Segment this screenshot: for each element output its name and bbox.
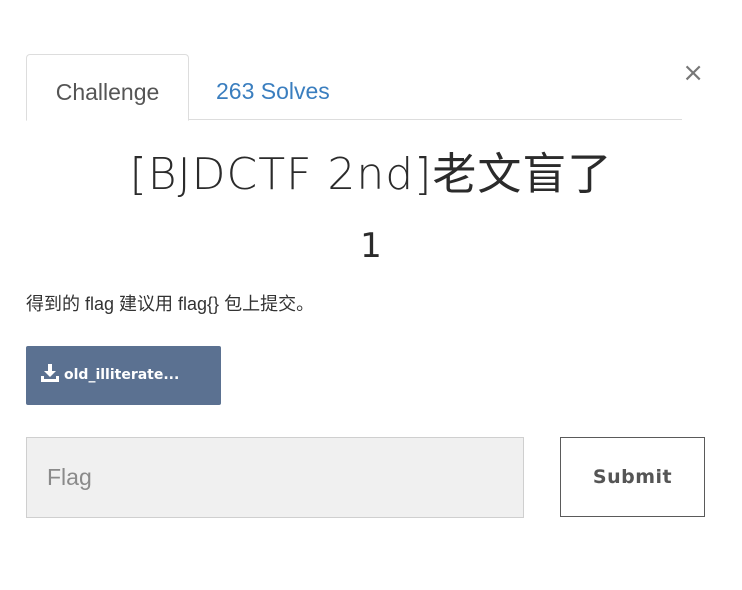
download-file-button[interactable]: old_illiterate...	[26, 346, 221, 405]
challenge-modal: × Challenge 263 Solves [BJDCTF 2nd]老文盲了 …	[0, 0, 742, 590]
challenge-title: [BJDCTF 2nd]老文盲了	[129, 149, 613, 200]
close-icon[interactable]: ×	[682, 60, 704, 86]
challenge-points: 1	[360, 226, 382, 266]
tab-solves[interactable]: 263 Solves	[216, 54, 330, 120]
challenge-description: 得到的 flag 建议用 flag{} 包上提交。	[26, 294, 315, 314]
tab-challenge[interactable]: Challenge	[26, 54, 189, 121]
download-icon	[41, 364, 59, 382]
flag-input[interactable]	[26, 437, 524, 518]
file-name: old_illiterate...	[64, 367, 180, 383]
challenge-tabs: Challenge 263 Solves	[26, 54, 682, 121]
submit-button[interactable]: Submit	[560, 437, 705, 517]
